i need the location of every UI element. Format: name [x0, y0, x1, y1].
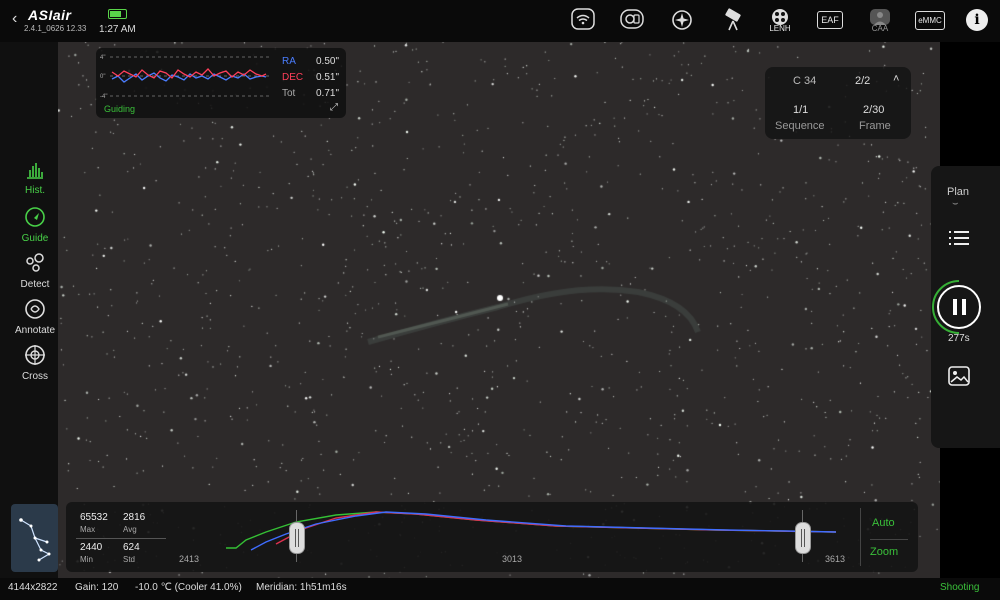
meridian-status: Meridian: 1h51m16s [256, 582, 347, 593]
ra-value: 0.50" [316, 56, 340, 67]
guiding-graph: 4" 0" -4" [100, 55, 270, 100]
shooting-status: Shooting [940, 582, 980, 593]
std-label: Std [123, 555, 136, 564]
filter-wheel-label: LENH [769, 24, 791, 33]
top-bar: ‹ ASIair 2.4.1_0626 12.33 1:27 AM LENH E… [0, 0, 1000, 42]
histogram-panel: 65532 Max 2816 Avg 2440 Min 624 Std 2413… [66, 502, 918, 572]
tot-label: Tot [282, 88, 296, 99]
crosshair-icon [0, 344, 70, 371]
auto-zoom-divider [870, 539, 908, 540]
app-logo: ASIair [28, 7, 72, 23]
sequence-value: 1/1 [793, 104, 809, 116]
target-thumbnail[interactable] [11, 504, 58, 572]
detect-tool[interactable]: Detect [0, 252, 70, 290]
guiding-graph-panel[interactable]: 4" 0" -4" RA 0.50" DEC 0.51" Tot 0.71" G… [96, 48, 346, 118]
histogram-tool[interactable]: Hist. [0, 160, 70, 196]
std-value: 624 [123, 542, 140, 553]
caa-label: CAA [871, 24, 889, 33]
exposure-countdown: 277s [948, 333, 970, 344]
battery-icon [108, 9, 127, 19]
clock: 1:27 AM [99, 24, 136, 35]
guide-tool-label: Guide [21, 233, 49, 244]
zoom-button[interactable]: Zoom [870, 546, 898, 558]
plan-label[interactable]: Plan [947, 186, 969, 198]
sequence-label: Sequence [775, 120, 825, 132]
mid-tick: 3013 [502, 554, 523, 564]
avg-label: Avg [123, 525, 137, 534]
pause-button[interactable] [937, 285, 981, 329]
constellation-icon [19, 518, 51, 562]
crosshair-tool-label: Cross [21, 371, 49, 382]
detect-tool-label: Detect [20, 279, 50, 290]
temperature-status: -10.0 ℃ (Cooler 41.0%) [135, 582, 242, 593]
ra-label: RA [282, 56, 296, 67]
gallery-icon[interactable] [948, 366, 970, 386]
histogram-curve [226, 511, 837, 551]
sequence-target: C 34 [793, 75, 817, 87]
frame-value: 2/30 [863, 104, 885, 116]
high-stretch-handle[interactable] [795, 522, 811, 554]
auto-divider [860, 508, 861, 566]
camera-icon[interactable] [619, 8, 645, 34]
storage-label: eMMC [915, 11, 945, 30]
wifi-icon[interactable] [570, 8, 596, 34]
telescope-icon[interactable] [721, 8, 747, 34]
guide-tool[interactable]: Guide [0, 206, 70, 244]
expand-icon[interactable]: ⤢ [330, 102, 338, 113]
dec-value: 0.51" [316, 72, 340, 83]
plan-chevron-icon[interactable]: ⌣ [952, 198, 959, 209]
guiding-status: Guiding [104, 104, 136, 114]
guide-axis-mid: 0" [100, 74, 105, 80]
annotate-tool-label: Annotate [14, 325, 56, 336]
pause-icon-bar [962, 299, 966, 315]
min-value: 2440 [80, 542, 103, 553]
frame-label: Frame [859, 120, 891, 132]
auto-button[interactable]: Auto [872, 517, 895, 529]
mount-icon[interactable] [669, 8, 695, 34]
dec-trace [111, 68, 267, 79]
annotate-icon [0, 298, 70, 325]
eaf-label: EAF [817, 11, 843, 29]
guide-axis-bot: -4" [100, 94, 107, 100]
histogram-icon [0, 160, 70, 185]
plan-progress: 2/2 [855, 75, 871, 87]
low-tick: 2413 [179, 554, 200, 564]
max-value: 65532 [80, 512, 108, 523]
image-resolution: 4144x2822 [8, 582, 58, 593]
tot-value: 0.71" [316, 88, 340, 99]
high-tick: 3613 [825, 554, 846, 564]
back-chevron-icon[interactable]: ‹ [12, 10, 17, 28]
app-version: 2.4.1_0626 12.33 [24, 24, 87, 33]
collapse-chevron-icon[interactable]: ˄ [893, 73, 899, 85]
low-stretch-handle[interactable] [289, 522, 305, 554]
status-bar: 4144x2822 Gain: 120 -10.0 ℃ (Cooler 41.0… [0, 578, 1000, 600]
avg-value: 2816 [123, 512, 146, 523]
pause-icon [953, 299, 957, 315]
caa-icon[interactable]: CAA [867, 8, 893, 34]
min-label: Min [80, 555, 93, 564]
stats-divider [76, 538, 166, 539]
gain-status: Gain: 120 [75, 582, 119, 593]
eaf-icon[interactable]: EAF [817, 8, 843, 34]
sequence-panel[interactable]: C 34 2/2 ˄ 1/1 Sequence 2/30 Frame [765, 67, 911, 139]
annotate-tool[interactable]: Annotate [0, 298, 70, 336]
max-label: Max [80, 525, 96, 534]
list-icon[interactable] [948, 229, 970, 247]
filter-wheel-icon[interactable]: LENH [767, 8, 793, 34]
detect-icon [0, 252, 70, 279]
dec-label: DEC [282, 72, 304, 83]
crosshair-tool[interactable]: Cross [0, 344, 70, 382]
guide-icon [0, 206, 70, 233]
histogram-tool-label: Hist. [25, 185, 45, 196]
storage-icon[interactable]: eMMC [915, 8, 945, 34]
guide-axis-top: 4" [100, 55, 105, 61]
info-icon[interactable]: i [966, 9, 988, 31]
